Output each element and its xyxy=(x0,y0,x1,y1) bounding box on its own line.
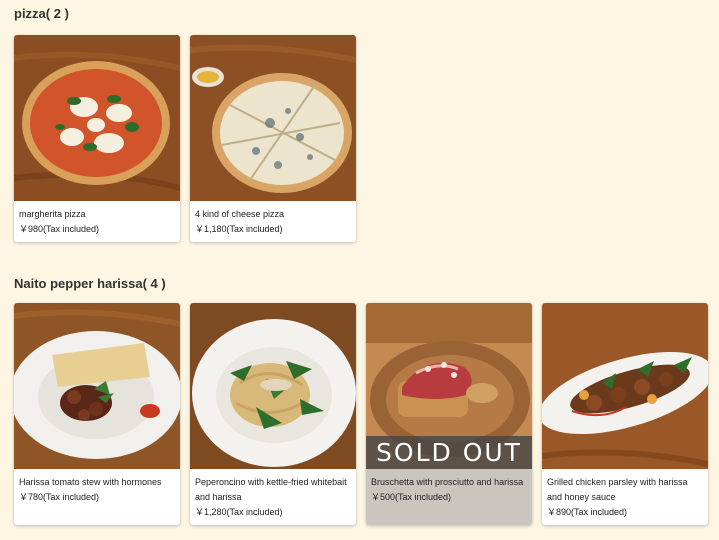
item-price: ￥980(Tax included) xyxy=(19,224,100,234)
section-title-pizza: pizza( 2 ) xyxy=(14,6,69,21)
food-photo-margherita-pizza xyxy=(14,35,180,201)
menu-card-bruschetta-prosciutto[interactable]: SOLD OUT Bruschetta with prosciutto and … xyxy=(366,303,532,525)
item-price: ￥1,180(Tax included) xyxy=(195,224,283,234)
menu-grid-pizza: margherita pizza ￥980(Tax included) 4 ki… xyxy=(14,35,356,242)
menu-card-4-kind-of-cheese-pizza[interactable]: 4 kind of cheese pizza ￥1,180(Tax includ… xyxy=(190,35,356,242)
food-photo-bruschetta-prosciutto: SOLD OUT xyxy=(366,303,532,469)
item-price: ￥890(Tax included) xyxy=(547,507,628,517)
item-name: 4 kind of cheese pizza xyxy=(195,209,285,219)
item-name: margherita pizza xyxy=(19,209,86,219)
item-name: Peperoncino with kettle-fried whitebait … xyxy=(195,477,347,502)
menu-card-peperoncino-whitebait[interactable]: Peperoncino with kettle-fried whitebait … xyxy=(190,303,356,525)
item-name: Grilled chicken parsley with harissa and… xyxy=(547,477,688,502)
item-price: ￥500(Tax included) xyxy=(371,492,452,502)
menu-card-margherita-pizza[interactable]: margherita pizza ￥980(Tax included) xyxy=(14,35,180,242)
section-title-naito-pepper-harissa: Naito pepper harissa( 4 ) xyxy=(14,276,166,291)
food-photo-grilled-chicken-parsley xyxy=(542,303,708,469)
food-photo-4-kind-of-cheese-pizza xyxy=(190,35,356,201)
menu-card-grilled-chicken-parsley[interactable]: Grilled chicken parsley with harissa and… xyxy=(542,303,708,525)
food-photo-harissa-tomato-stew xyxy=(14,303,180,469)
item-price: ￥1,280(Tax included) xyxy=(195,507,283,517)
item-name: Harissa tomato stew with hormones xyxy=(19,477,162,487)
item-name: Bruschetta with prosciutto and harissa xyxy=(371,477,524,487)
sold-out-badge: SOLD OUT xyxy=(366,436,532,469)
menu-card-harissa-tomato-stew[interactable]: Harissa tomato stew with hormones ￥780(T… xyxy=(14,303,180,525)
food-photo-peperoncino-whitebait xyxy=(190,303,356,469)
item-price: ￥780(Tax included) xyxy=(19,492,100,502)
menu-grid-naito-pepper-harissa: Harissa tomato stew with hormones ￥780(T… xyxy=(14,303,708,525)
